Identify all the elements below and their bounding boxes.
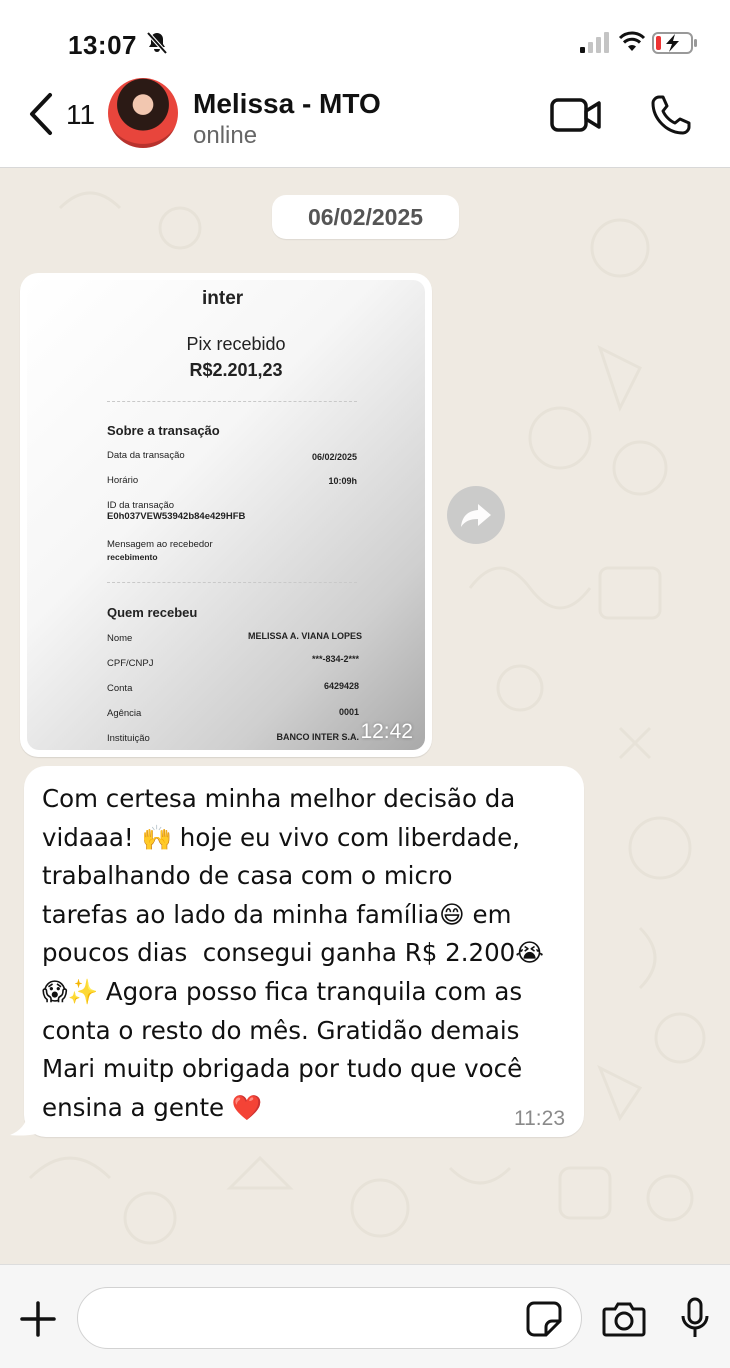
battery-charging-icon (652, 32, 697, 54)
inter-logo: inter (202, 288, 244, 309)
message-time: 11:23 (514, 1107, 565, 1130)
divider (107, 582, 357, 583)
camera-icon[interactable] (602, 1301, 646, 1337)
hour-label: Horário (107, 475, 139, 486)
account-label: Conta (107, 683, 133, 694)
message-label: Mensagem ao recebedor (107, 539, 213, 550)
cpf-label: CPF/CNPJ (107, 658, 154, 669)
pix-receipt-image[interactable]: inter Pix recebido R$2.201,23 Sobre a tr… (27, 280, 425, 750)
bubble-tail (10, 1114, 44, 1136)
divider (107, 401, 357, 402)
date-label: Data da transação (107, 450, 185, 461)
forward-icon (461, 504, 491, 527)
contact-name[interactable]: Melissa - MTO (193, 88, 381, 120)
contact-status: online (193, 122, 258, 149)
avatar[interactable] (108, 78, 178, 148)
id-value: E0h037VEW53942b84e429HFB (107, 511, 246, 522)
receipt-amount: R$2.201,23 (189, 360, 283, 380)
name-label: Nome (107, 633, 133, 644)
video-call-icon[interactable] (550, 96, 602, 134)
agency-label: Agência (107, 708, 142, 719)
image-message-time: 12:42 (360, 720, 413, 743)
message-value: recebimento (107, 552, 158, 562)
receipt-title: Pix recebido (186, 334, 286, 354)
sticker-icon[interactable] (526, 1301, 562, 1337)
phone-call-icon[interactable] (650, 94, 692, 136)
image-message[interactable]: inter Pix recebido R$2.201,23 Sobre a tr… (20, 273, 432, 757)
microphone-icon[interactable] (680, 1297, 710, 1339)
agency-value: 0001 (338, 707, 359, 717)
cellular-signal-icon (580, 32, 609, 53)
plus-icon[interactable] (20, 1301, 56, 1337)
section-transaction: Sobre a transação (107, 423, 220, 438)
account-value: 6429428 (323, 681, 359, 691)
hour-value: 10:09h (328, 476, 357, 486)
chat-area[interactable]: 06/02/2025 inter Pix recebido R$2.201,23… (0, 168, 730, 1264)
composer-bar (0, 1264, 730, 1368)
unread-count[interactable]: 11 (66, 99, 95, 131)
bell-slash-icon (146, 31, 168, 55)
message-text: Com certesa minha melhor decisão da vida… (42, 784, 544, 1122)
date-separator: 06/02/2025 (272, 195, 459, 239)
date-value: 06/02/2025 (311, 452, 357, 462)
chat-header: 11 Melissa - MTO online (0, 72, 730, 168)
chevron-left-icon[interactable] (26, 92, 56, 136)
institution-value: BANCO INTER S.A. (276, 732, 359, 742)
section-receiver: Quem recebeu (107, 605, 198, 620)
id-label: ID da transação (107, 500, 175, 511)
cpf-value: ***-834-2*** (311, 654, 359, 664)
status-bar: 13:07 (0, 0, 730, 72)
status-time: 13:07 (68, 30, 137, 60)
wifi-icon (618, 31, 646, 51)
forward-button[interactable] (447, 486, 505, 544)
message-input[interactable] (77, 1287, 582, 1349)
institution-label: Instituição (107, 733, 150, 744)
name-value: MELISSA A. VIANA LOPES (247, 631, 362, 641)
